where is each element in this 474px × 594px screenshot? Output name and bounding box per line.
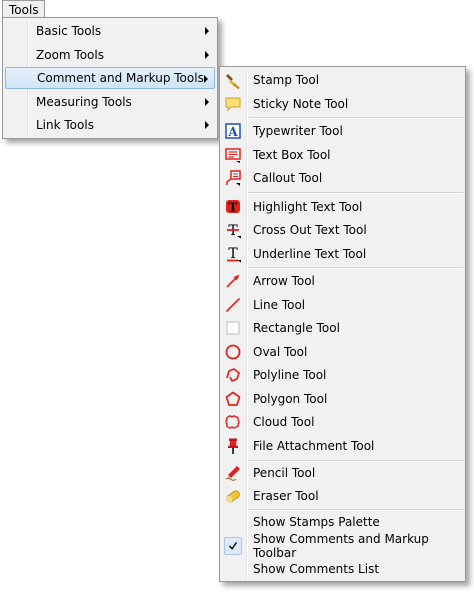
menu-item-comment-and-markup-tools[interactable]: Comment and Markup Tools bbox=[5, 67, 215, 89]
submenu-arrow-icon bbox=[204, 75, 208, 83]
polyline-icon bbox=[224, 366, 242, 384]
menu-item-label: Stamp Tool bbox=[253, 73, 320, 87]
menu-item-link-tools[interactable]: Link Tools bbox=[5, 114, 215, 136]
submenu-arrow-icon bbox=[205, 98, 209, 106]
menu-item-label: Measuring Tools bbox=[36, 95, 132, 109]
menu-item-sticky-note-tool[interactable]: Sticky Note Tool bbox=[222, 93, 463, 115]
menu-item-text-box-tool[interactable]: Text Box Tool bbox=[222, 144, 463, 166]
menu-item-label: Show Comments List bbox=[253, 562, 380, 576]
menu-item-label: File Attachment Tool bbox=[253, 439, 375, 453]
menu-item-polyline-tool[interactable]: Polyline Tool bbox=[222, 364, 463, 386]
comment-markup-submenu: Stamp Tool Sticky Note Tool A Typewriter… bbox=[219, 66, 466, 582]
cloud-icon bbox=[224, 413, 242, 431]
typewriter-icon: A bbox=[224, 122, 242, 140]
text-box-icon bbox=[224, 146, 242, 164]
submenu-arrow-icon bbox=[205, 27, 209, 35]
highlight-text-icon: T bbox=[224, 198, 242, 216]
menu-item-label: Callout Tool bbox=[253, 171, 323, 185]
menu-item-label: Show Stamps Palette bbox=[253, 515, 380, 529]
menu-separator bbox=[248, 117, 463, 119]
menu-separator bbox=[248, 267, 463, 269]
callout-icon bbox=[224, 169, 242, 187]
menu-item-file-attachment-tool[interactable]: File Attachment Tool bbox=[222, 435, 463, 457]
menu-item-label: Text Box Tool bbox=[253, 148, 331, 162]
menu-item-label: Underline Text Tool bbox=[253, 247, 367, 261]
menu-item-show-stamps-palette[interactable]: Show Stamps Palette bbox=[222, 511, 463, 533]
cross-out-text-icon: T bbox=[224, 221, 242, 239]
menu-item-highlight-text-tool[interactable]: T Highlight Text Tool bbox=[222, 196, 463, 218]
menu-item-label: Comment and Markup Tools bbox=[37, 71, 204, 85]
menubar-tools[interactable]: Tools bbox=[2, 0, 45, 18]
menu-item-label: Basic Tools bbox=[36, 24, 102, 38]
menu-item-label: Cross Out Text Tool bbox=[253, 223, 367, 237]
menu-item-stamp-tool[interactable]: Stamp Tool bbox=[222, 69, 463, 91]
eraser-icon bbox=[224, 487, 242, 505]
menu-item-label: Polygon Tool bbox=[253, 392, 328, 406]
menu-item-zoom-tools[interactable]: Zoom Tools bbox=[5, 44, 215, 66]
menu-item-label: Cloud Tool bbox=[253, 415, 315, 429]
pushpin-icon bbox=[224, 437, 242, 455]
menu-item-callout-tool[interactable]: Callout Tool bbox=[222, 167, 463, 189]
menu-item-cross-out-text-tool[interactable]: T Cross Out Text Tool bbox=[222, 219, 463, 241]
menu-item-polygon-tool[interactable]: Polygon Tool bbox=[222, 388, 463, 410]
menu-item-line-tool[interactable]: Line Tool bbox=[222, 294, 463, 316]
menu-item-pencil-tool[interactable]: Pencil Tool bbox=[222, 462, 463, 484]
tools-menu: Basic Tools Zoom Tools Comment and Marku… bbox=[2, 17, 218, 139]
menu-item-eraser-tool[interactable]: Eraser Tool bbox=[222, 485, 463, 507]
oval-icon bbox=[224, 343, 242, 361]
menu-item-label: Zoom Tools bbox=[36, 48, 104, 62]
menu-item-label: Pencil Tool bbox=[253, 466, 316, 480]
menu-item-measuring-tools[interactable]: Measuring Tools bbox=[5, 91, 215, 113]
menu-item-label: Highlight Text Tool bbox=[253, 200, 363, 214]
submenu-arrow-icon bbox=[205, 51, 209, 59]
menu-item-arrow-tool[interactable]: Arrow Tool bbox=[222, 270, 463, 292]
menu-item-label: Oval Tool bbox=[253, 345, 308, 359]
menu-item-cloud-tool[interactable]: Cloud Tool bbox=[222, 411, 463, 433]
sticky-note-icon bbox=[224, 95, 242, 113]
menu-item-label: Link Tools bbox=[36, 118, 94, 132]
menu-item-label: Polyline Tool bbox=[253, 368, 327, 382]
stamp-icon bbox=[224, 71, 242, 89]
rectangle-icon bbox=[224, 319, 242, 337]
menu-separator bbox=[248, 192, 463, 194]
menu-item-basic-tools[interactable]: Basic Tools bbox=[5, 20, 215, 42]
menu-item-label: Typewriter Tool bbox=[253, 124, 343, 138]
menubar-tools-label: Tools bbox=[9, 3, 39, 17]
checkmark-icon bbox=[224, 537, 242, 555]
svg-text:T: T bbox=[229, 201, 238, 215]
menu-item-label: Show Comments and Markup Toolbar bbox=[253, 532, 429, 560]
submenu-arrow-icon bbox=[205, 121, 209, 129]
menu-item-label: Sticky Note Tool bbox=[253, 97, 349, 111]
menu-item-label: Arrow Tool bbox=[253, 274, 315, 288]
underline-text-icon: T bbox=[224, 245, 242, 263]
menu-item-typewriter-tool[interactable]: A Typewriter Tool bbox=[222, 120, 463, 142]
menu-item-label: Eraser Tool bbox=[253, 489, 319, 503]
menu-item-underline-text-tool[interactable]: T Underline Text Tool bbox=[222, 243, 463, 265]
menu-item-label: Rectangle Tool bbox=[253, 321, 340, 335]
arrow-icon bbox=[224, 272, 242, 290]
pencil-icon bbox=[224, 464, 242, 482]
menu-item-show-comments-list[interactable]: Show Comments List bbox=[222, 558, 463, 580]
svg-text:A: A bbox=[227, 125, 238, 139]
menu-item-show-comments-markup-toolbar[interactable]: Show Comments and Markup Toolbar bbox=[222, 532, 463, 560]
menu-item-label: Line Tool bbox=[253, 298, 306, 312]
polygon-icon bbox=[224, 390, 242, 408]
menu-item-rectangle-tool[interactable]: Rectangle Tool bbox=[222, 317, 463, 339]
menu-item-oval-tool[interactable]: Oval Tool bbox=[222, 341, 463, 363]
line-icon bbox=[224, 296, 242, 314]
svg-text:T: T bbox=[228, 223, 238, 239]
